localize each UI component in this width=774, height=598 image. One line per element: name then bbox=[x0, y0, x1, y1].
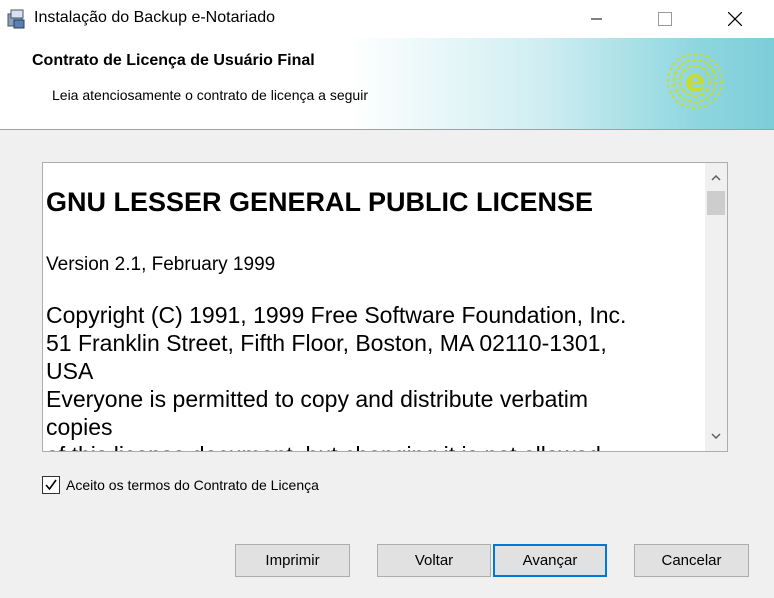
license-line: of this license document, but changing i… bbox=[46, 441, 696, 451]
license-heading: GNU LESSER GENERAL PUBLIC LICENSE bbox=[46, 187, 594, 217]
maximize-icon bbox=[658, 12, 672, 26]
vertical-scrollbar[interactable] bbox=[705, 163, 727, 451]
page-subtitle: Leia atenciosamente o contrato de licenç… bbox=[52, 87, 368, 103]
scroll-thumb[interactable] bbox=[707, 191, 725, 215]
scroll-up-icon[interactable] bbox=[705, 167, 727, 189]
scroll-down-icon[interactable] bbox=[705, 425, 727, 447]
window-title: Instalação do Backup e-Notariado bbox=[34, 9, 276, 26]
print-button[interactable]: Imprimir bbox=[235, 544, 350, 577]
checkmark-icon bbox=[45, 479, 57, 491]
accept-terms-label[interactable]: Aceito os termos do Contrato de Licença bbox=[66, 477, 319, 493]
minimize-icon bbox=[591, 18, 602, 20]
installer-icon bbox=[6, 8, 28, 30]
license-body: Copyright (C) 1991, 1999 Free Software F… bbox=[46, 301, 696, 451]
license-textarea[interactable]: GNU LESSER GENERAL PUBLIC LICENSE Versio… bbox=[42, 162, 728, 452]
license-line: Everyone is permitted to copy and distri… bbox=[46, 386, 589, 412]
license-line: USA bbox=[46, 358, 94, 384]
license-line: copies bbox=[46, 414, 113, 440]
license-line: Copyright (C) 1991, 1999 Free Software F… bbox=[46, 302, 627, 328]
header-banner: Contrato de Licença de Usuário Final Lei… bbox=[0, 38, 774, 130]
svg-text:e: e bbox=[685, 64, 705, 99]
accept-terms-row[interactable]: Aceito os termos do Contrato de Licença bbox=[42, 476, 319, 494]
close-icon bbox=[728, 12, 742, 26]
next-button[interactable]: Avançar bbox=[493, 544, 607, 577]
minimize-button[interactable] bbox=[574, 0, 620, 38]
close-button[interactable] bbox=[712, 0, 758, 38]
maximize-button[interactable] bbox=[642, 0, 688, 38]
page-title: Contrato de Licença de Usuário Final bbox=[32, 52, 315, 69]
back-button[interactable]: Voltar bbox=[377, 544, 491, 577]
cancel-button[interactable]: Cancelar bbox=[634, 544, 749, 577]
license-version: Version 2.1, February 1999 bbox=[46, 254, 276, 275]
accept-terms-checkbox[interactable] bbox=[42, 476, 60, 494]
e-notariado-logo: e bbox=[664, 50, 726, 112]
license-line: 51 Franklin Street, Fifth Floor, Boston,… bbox=[46, 330, 607, 356]
title-bar: Instalação do Backup e-Notariado bbox=[0, 0, 774, 38]
